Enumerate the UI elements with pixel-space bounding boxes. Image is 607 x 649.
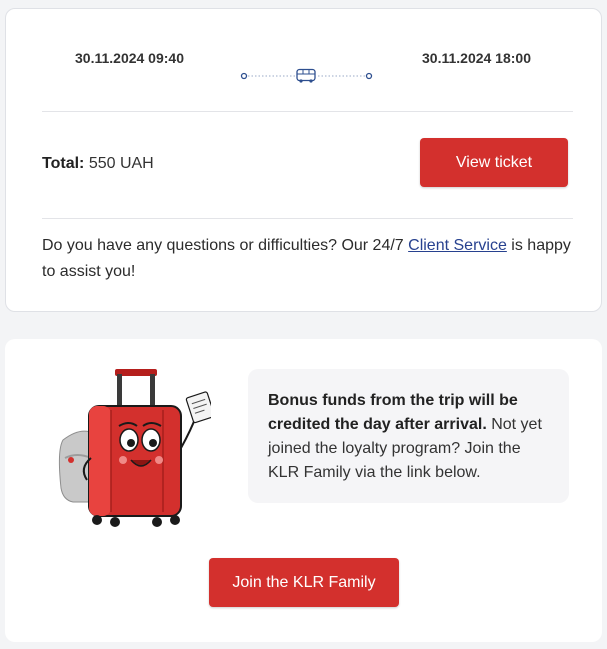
ticket-card: 30.11.2024 09:40 30.11.2024 18:00 Total:… <box>5 8 602 312</box>
bonus-info: Bonus funds from the trip will be credit… <box>248 369 569 503</box>
join-klr-family-button[interactable]: Join the KLR Family <box>209 558 399 607</box>
bonus-bold-text: Bonus funds from the trip will be credit… <box>268 392 518 433</box>
divider <box>42 111 573 112</box>
help-text-before: Do you have any questions or difficultie… <box>42 237 409 254</box>
departure-datetime: 30.11.2024 09:40 <box>75 50 184 66</box>
bus-icon <box>296 68 316 83</box>
total-amount: Total: 550 UAH <box>42 155 154 173</box>
arrival-datetime: 30.11.2024 18:00 <box>422 50 531 66</box>
route-line <box>240 68 373 83</box>
view-ticket-button[interactable]: View ticket <box>420 138 568 187</box>
total-label: Total: <box>42 155 85 172</box>
route-end-dot-icon <box>365 72 373 80</box>
suitcase-mascot-icon <box>58 369 211 527</box>
divider <box>42 218 573 219</box>
route-start-dot-icon <box>240 72 248 80</box>
help-text: Do you have any questions or difficultie… <box>42 233 572 285</box>
loyalty-card: Bonus funds from the trip will be credit… <box>5 339 602 642</box>
total-value: 550 UAH <box>88 155 154 172</box>
client-service-link[interactable]: Client Service <box>408 237 507 254</box>
